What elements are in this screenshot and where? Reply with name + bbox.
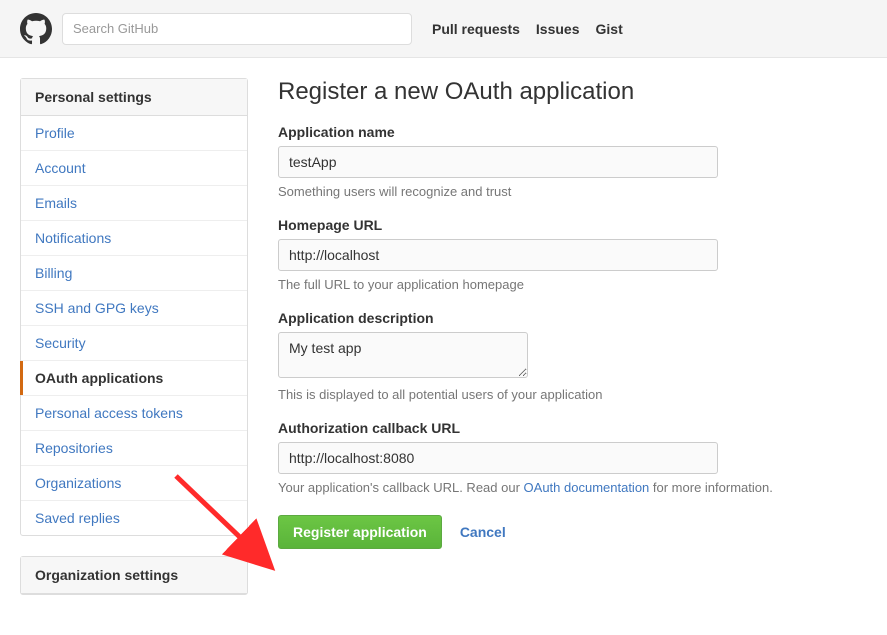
nav-link-issues[interactable]: Issues bbox=[536, 21, 580, 37]
hint-callback-after: for more information. bbox=[649, 480, 773, 495]
hint-application-description: This is displayed to all potential users… bbox=[278, 387, 867, 402]
nav-link-gist[interactable]: Gist bbox=[596, 21, 623, 37]
field-application-name: Application name Something users will re… bbox=[278, 124, 867, 199]
sidebar-item-profile[interactable]: Profile bbox=[21, 116, 247, 151]
label-application-description: Application description bbox=[278, 310, 867, 326]
hint-application-name: Something users will recognize and trust bbox=[278, 184, 867, 199]
sidebar: Personal settings Profile Account Emails… bbox=[20, 78, 248, 615]
page-title: Register a new OAuth application bbox=[278, 78, 867, 106]
sidebar-item-billing[interactable]: Billing bbox=[21, 256, 247, 291]
sidebar-item-saved-replies[interactable]: Saved replies bbox=[21, 501, 247, 535]
sidegroup-personal: Personal settings Profile Account Emails… bbox=[20, 78, 248, 536]
sidegroup-header-organization: Organization settings bbox=[21, 557, 247, 594]
sidebar-item-notifications[interactable]: Notifications bbox=[21, 221, 247, 256]
field-homepage-url: Homepage URL The full URL to your applic… bbox=[278, 217, 867, 292]
page-container: Personal settings Profile Account Emails… bbox=[0, 58, 887, 635]
search-input[interactable] bbox=[62, 13, 412, 45]
cancel-button[interactable]: Cancel bbox=[460, 524, 506, 540]
sidegroup-header-personal: Personal settings bbox=[21, 79, 247, 116]
link-oauth-documentation[interactable]: OAuth documentation bbox=[524, 480, 650, 495]
sidebar-item-ssh-gpg[interactable]: SSH and GPG keys bbox=[21, 291, 247, 326]
github-logo-icon[interactable] bbox=[20, 13, 52, 45]
main-content: Register a new OAuth application Applica… bbox=[278, 78, 867, 615]
sidebar-item-security[interactable]: Security bbox=[21, 326, 247, 361]
sidebar-item-repositories[interactable]: Repositories bbox=[21, 431, 247, 466]
form-actions: Register application Cancel bbox=[278, 515, 867, 549]
nav-links: Pull requests Issues Gist bbox=[432, 21, 623, 37]
field-callback-url: Authorization callback URL Your applicat… bbox=[278, 420, 867, 495]
sidebar-item-personal-access-tokens[interactable]: Personal access tokens bbox=[21, 396, 247, 431]
sidebar-item-emails[interactable]: Emails bbox=[21, 186, 247, 221]
top-nav: Pull requests Issues Gist bbox=[0, 0, 887, 58]
input-application-name[interactable] bbox=[278, 146, 718, 178]
sidebar-item-account[interactable]: Account bbox=[21, 151, 247, 186]
label-application-name: Application name bbox=[278, 124, 867, 140]
label-callback-url: Authorization callback URL bbox=[278, 420, 867, 436]
input-application-description[interactable] bbox=[278, 332, 528, 378]
input-homepage-url[interactable] bbox=[278, 239, 718, 271]
input-callback-url[interactable] bbox=[278, 442, 718, 474]
sidebar-item-oauth-applications[interactable]: OAuth applications bbox=[21, 361, 247, 396]
sidebar-item-organizations[interactable]: Organizations bbox=[21, 466, 247, 501]
field-application-description: Application description This is displaye… bbox=[278, 310, 867, 402]
label-homepage-url: Homepage URL bbox=[278, 217, 867, 233]
register-application-button[interactable]: Register application bbox=[278, 515, 442, 549]
nav-link-pull-requests[interactable]: Pull requests bbox=[432, 21, 520, 37]
sidegroup-organization: Organization settings bbox=[20, 556, 248, 595]
hint-callback-before: Your application's callback URL. Read ou… bbox=[278, 480, 524, 495]
hint-homepage-url: The full URL to your application homepag… bbox=[278, 277, 867, 292]
hint-callback-url: Your application's callback URL. Read ou… bbox=[278, 480, 867, 495]
